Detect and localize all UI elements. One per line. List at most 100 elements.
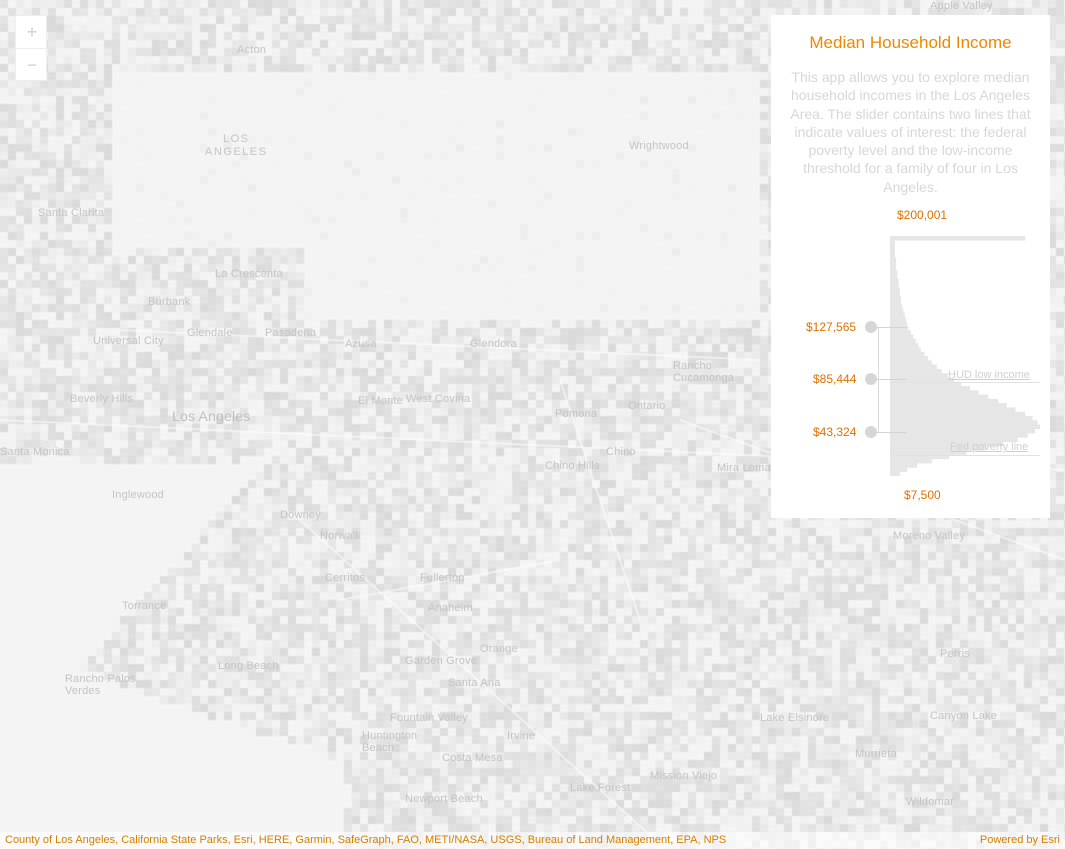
place-label: Pomona — [555, 408, 598, 420]
place-label: Norwalk — [320, 530, 362, 542]
zoom-out-button[interactable]: − — [16, 48, 48, 80]
place-label: Rancho Cucamonga — [673, 360, 735, 384]
hud-low-income-line — [890, 382, 1040, 383]
histogram-bar — [890, 420, 1038, 425]
histogram-bar — [890, 394, 989, 400]
place-label: Acton — [237, 44, 267, 56]
histogram-bar — [890, 416, 1033, 421]
histogram-bar — [890, 236, 1026, 241]
slider-thumb-high[interactable] — [865, 321, 877, 333]
histogram-bar — [890, 330, 911, 335]
place-label: West Covina — [406, 393, 471, 405]
histogram-bar — [890, 471, 900, 476]
place-label: Fountain Valley — [390, 712, 469, 724]
place-label: LOS ANGELES — [205, 133, 268, 158]
place-label: Glendale — [187, 327, 233, 339]
place-label: Rancho Palos Verdes — [65, 673, 136, 697]
histogram-bar — [890, 390, 979, 395]
histogram-bar — [890, 261, 897, 267]
place-label: Mission Viejo — [650, 770, 718, 782]
place-label: Newport Beach — [405, 793, 483, 805]
place-label: Wrightwood — [629, 140, 689, 152]
histogram-bar — [890, 411, 1026, 417]
histogram-bar — [890, 253, 895, 258]
histogram-bar — [890, 304, 903, 310]
slider-thumb-tick-high — [877, 327, 907, 328]
slider-max-label: $200,001 — [897, 208, 948, 222]
panel-title: Median Household Income — [809, 33, 1012, 52]
place-label: Huntington Beach — [362, 730, 418, 754]
histogram-bar — [890, 313, 905, 318]
histogram-bar — [890, 308, 904, 314]
histogram-bar — [890, 321, 908, 327]
place-label: Murrieta — [855, 748, 897, 760]
slider-thumb-mid[interactable] — [865, 373, 877, 385]
place-label: Apple Valley — [930, 0, 993, 12]
histogram-bar — [890, 356, 929, 361]
place-label: Downey — [280, 509, 321, 521]
histogram-bar — [890, 424, 1040, 430]
histogram-bar — [890, 248, 895, 254]
place-label: Fullerton — [420, 572, 465, 584]
place-label: Santa Monica — [0, 446, 70, 458]
slider-thumb-tick-low — [877, 432, 907, 433]
histogram-bar — [890, 334, 914, 340]
histogram-bar — [890, 347, 921, 353]
place-label: Moreno Valley — [893, 530, 966, 542]
histogram-bar — [890, 296, 902, 301]
place-label: El Monte — [358, 395, 404, 407]
slider-thumb-label-mid: $85,444 — [813, 372, 857, 386]
place-label: Glendora — [470, 338, 517, 350]
place-label: Irvine — [507, 730, 536, 742]
place-label: Azusa — [345, 338, 377, 350]
histogram-bar — [890, 240, 895, 245]
histogram-bar — [890, 368, 942, 374]
histogram-bar — [890, 407, 1016, 413]
place-label: Anaheim — [428, 602, 473, 614]
place-label: Chino — [606, 446, 636, 458]
histogram-bar — [890, 283, 899, 288]
fed-poverty-label: Fed poverty line — [950, 441, 1029, 453]
histogram-bar — [890, 364, 937, 370]
histogram-bar — [890, 373, 948, 378]
histogram-bar — [890, 287, 900, 293]
slider-thumb-label-high: $127,565 — [806, 320, 857, 334]
place-label: Torrance — [122, 600, 167, 612]
slider-track[interactable] — [878, 327, 879, 433]
histogram-bar — [890, 270, 898, 275]
histogram-bar — [890, 278, 899, 284]
place-label: Ontario — [628, 400, 666, 412]
place-label: Inglewood — [112, 489, 164, 501]
histogram-bar — [890, 338, 916, 344]
histogram-bar — [890, 343, 919, 348]
histogram-bar — [890, 458, 932, 464]
zoom-in-button[interactable]: + — [16, 16, 48, 48]
place-label: Lake Elsinore — [760, 712, 830, 724]
place-label: Beverly Hills — [70, 393, 134, 405]
powered-by-esri-link[interactable]: Powered by Esri — [980, 832, 1060, 849]
histogram-bar — [890, 351, 925, 357]
attribution-bar: County of Los Angeles, California State … — [0, 832, 1065, 849]
histogram-bar — [890, 360, 932, 365]
place-label: Lake Forest — [570, 782, 631, 794]
histogram-bar — [890, 428, 1036, 434]
histogram-bar — [890, 257, 897, 263]
place-label: Chino Hills — [545, 460, 600, 472]
place-label: Perris — [940, 648, 970, 660]
histogram-bar — [890, 300, 902, 305]
place-label: La Crescenta — [215, 268, 283, 280]
place-label: Los Angeles — [172, 408, 251, 424]
histogram-bar — [890, 274, 898, 280]
place-label: Pasadena — [265, 327, 317, 339]
place-label: Canyon Lake — [930, 710, 998, 722]
histogram-bar — [890, 244, 895, 250]
histogram-bar — [890, 291, 900, 297]
panel-description: This app allows you to explore median ho… — [790, 69, 1031, 195]
attribution-credits[interactable]: County of Los Angeles, California State … — [5, 832, 726, 849]
slider-thumb-low[interactable] — [865, 426, 877, 438]
place-label: Cerritos — [325, 572, 366, 584]
histogram-bar — [890, 403, 1007, 408]
histogram-bar — [890, 317, 906, 323]
place-label: Wildomar — [906, 796, 955, 808]
place-label: Mira Loma — [717, 462, 771, 474]
